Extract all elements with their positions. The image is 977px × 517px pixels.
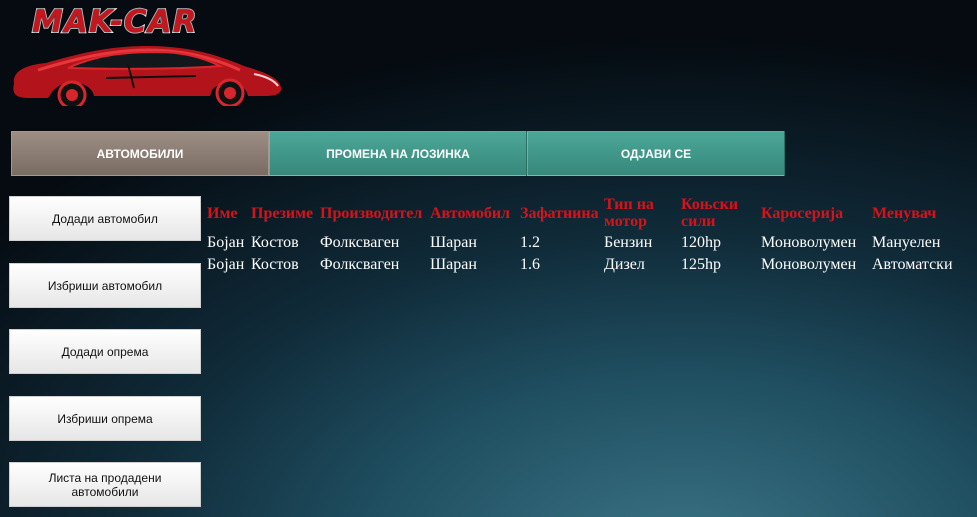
header-displacement: Зафатнина [520, 204, 599, 222]
cell-engine-type: Бензин [604, 234, 653, 251]
add-equipment-label: Додади опрема [61, 344, 149, 359]
header-manufacturer: Производител [320, 204, 423, 222]
top-navigation: АВТОМОБИЛИ ПРОМЕНА НА ЛОЗИНКА ОДЈАВИ СЕ [11, 131, 786, 176]
delete-equipment-button[interactable]: Избриши опрема [9, 396, 201, 441]
cell-last-name: Костов [251, 234, 299, 251]
tab-change-password-label: ПРОМЕНА НА ЛОЗИНКА [326, 146, 470, 161]
cell-horsepower: 125hp [681, 256, 721, 273]
header-car: Автомобил [430, 204, 511, 222]
header-body-type: Каросерија [761, 204, 844, 222]
cell-manufacturer: Фолксваген [320, 256, 400, 273]
table-header-row: Име Презиме Производител Автомобил Зафат… [207, 194, 972, 232]
sold-cars-list-label: Листа на продадени автомобили [48, 470, 162, 499]
tab-logout-label: ОДЈАВИ СЕ [620, 146, 692, 161]
cell-first-name: Бојан [207, 234, 245, 251]
cell-transmission: Мануелен [872, 234, 941, 251]
cell-displacement: 1.2 [520, 234, 540, 251]
add-car-label: Додади автомобил [52, 211, 158, 226]
tab-change-password[interactable]: ПРОМЕНА НА ЛОЗИНКА [269, 131, 527, 176]
delete-equipment-label: Избриши опрема [57, 411, 153, 426]
cell-manufacturer: Фолксваген [320, 234, 400, 251]
cell-first-name: Бојан [207, 256, 245, 273]
cell-horsepower: 120hp [681, 234, 721, 251]
sold-cars-list-button[interactable]: Листа на продадени автомобили [9, 462, 201, 507]
header-last-name: Презиме [251, 204, 314, 222]
table-row: Бојан Костов Фолксваген Шаран 1.2 Бензин… [207, 232, 972, 254]
header-first-name: Име [207, 204, 238, 222]
add-car-button[interactable]: Додади автомобил [9, 196, 201, 241]
delete-car-button[interactable]: Избриши автомобил [9, 263, 201, 308]
add-equipment-button[interactable]: Додади опрема [9, 329, 201, 374]
tab-cars-label: АВТОМОБИЛИ [96, 146, 184, 161]
cell-car: Шаран [430, 234, 477, 251]
tab-logout[interactable]: ОДЈАВИ СЕ [527, 131, 785, 176]
car-logo-icon [13, 46, 282, 106]
site-logo[interactable]: MAK-CAR [8, 3, 288, 108]
cell-car: Шаран [430, 256, 477, 273]
cell-last-name: Костов [251, 256, 299, 273]
header-engine-type: Тип на мотор [604, 196, 654, 230]
table-row: Бојан Костов Фолксваген Шаран 1.6 Дизел … [207, 254, 972, 276]
tab-cars[interactable]: АВТОМОБИЛИ [11, 131, 269, 176]
cell-body-type: Моноволумен [761, 234, 857, 251]
header-transmission: Менувач [872, 204, 937, 222]
cell-body-type: Моноволумен [761, 256, 857, 273]
cell-transmission: Автоматски [872, 256, 953, 273]
cars-table: Име Презиме Производител Автомобил Зафат… [207, 194, 972, 276]
cell-displacement: 1.6 [520, 256, 540, 273]
header-horsepower: Коњски сили [681, 196, 739, 230]
delete-car-label: Избриши автомобил [47, 278, 163, 293]
cell-engine-type: Дизел [604, 256, 645, 273]
